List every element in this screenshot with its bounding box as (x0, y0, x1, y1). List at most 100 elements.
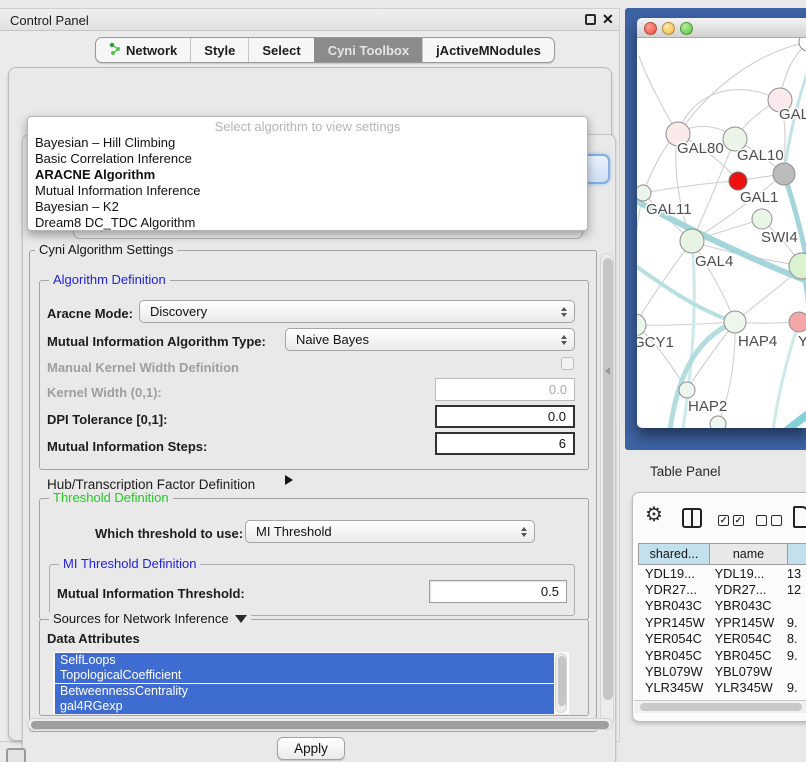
mi-type-combo[interactable]: Naive Bayes (285, 328, 575, 351)
table-row[interactable]: YER054CYER054C8. (638, 631, 806, 647)
deselect-all-checkboxes-icon[interactable] (756, 515, 782, 526)
panel-collapse-handle[interactable] (605, 367, 610, 375)
tab-select[interactable]: Select (248, 38, 313, 62)
tab-network[interactable]: Network (96, 38, 190, 62)
attribute-item-betweennesscentrality[interactable]: BetweennessCentrality (55, 684, 554, 699)
network-node-hap4[interactable] (724, 311, 746, 333)
network-tab-icon (109, 42, 121, 59)
network-window: GALGAL80GAL10GAL1GAL11GAL4SWI4GCY1HAP4YH… (637, 18, 806, 428)
node-label: GAL10 (737, 147, 784, 164)
mi-threshold-field[interactable]: 0.5 (429, 580, 567, 603)
mi-type-label: Mutual Information Algorithm Type: (47, 335, 266, 349)
network-node[interactable] (729, 172, 747, 190)
settings-horizontal-scrollbar[interactable] (27, 718, 613, 730)
node-label: GAL4 (695, 253, 733, 270)
table-cell: YDR27... (708, 582, 783, 597)
manual-kernel-checkbox[interactable] (561, 357, 574, 370)
node-label: GCY1 (637, 334, 674, 351)
table-cell: 9. (783, 648, 806, 663)
document-icon[interactable] (793, 506, 806, 528)
algorithm-option-dream8-dc-tdc-algorithm[interactable]: Dream8 DC_TDC Algorithm (28, 215, 587, 231)
table-row[interactable]: YPR145WYPR145W9. (638, 614, 806, 630)
network-node-y[interactable] (789, 312, 806, 332)
table-cell: 9. (783, 615, 806, 630)
table-cell: YBR043C (708, 598, 783, 613)
attributes-scrollbar[interactable] (555, 653, 567, 713)
algorithm-option-bayesian-hill-climbing[interactable]: Bayesian – Hill Climbing (28, 135, 587, 151)
which-threshold-combo[interactable]: MI Threshold (245, 520, 535, 543)
apply-button[interactable]: Apply (277, 737, 345, 760)
chevron-down-icon[interactable] (235, 615, 247, 623)
algorithm-popup-prompt: Select algorithm to view settings (28, 118, 587, 135)
float-icon[interactable] (585, 14, 596, 25)
network-node-gal11[interactable] (637, 185, 651, 201)
tab-jactivemnodules[interactable]: jActiveMNodules (422, 38, 554, 62)
sources-legend: Sources for Network Inference (49, 612, 251, 626)
node-label: SWI4 (761, 229, 798, 246)
network-node-gal1[interactable] (752, 209, 772, 229)
table-cell: YPR145W (708, 615, 783, 630)
table-cell: YER054C (708, 631, 783, 646)
table-cell: 12 (783, 582, 806, 597)
network-window-titlebar[interactable] (637, 18, 806, 38)
table-cell: YER054C (638, 631, 708, 646)
network-node[interactable] (799, 38, 806, 51)
column-header[interactable] (788, 543, 806, 565)
network-node-hap2[interactable] (679, 382, 695, 398)
aracne-mode-combo[interactable]: Discovery (139, 300, 575, 323)
close-button[interactable] (644, 22, 657, 35)
table-header: shared... name (638, 543, 806, 565)
network-node-gal4[interactable] (680, 229, 704, 253)
network-canvas[interactable]: GALGAL80GAL10GAL1GAL11GAL4SWI4GCY1HAP4YH… (637, 38, 806, 428)
data-attributes-list[interactable]: SelfLoopsTopologicalCoefficientBetweenne… (53, 652, 569, 714)
network-node[interactable] (710, 416, 726, 428)
control-panel-window: Control Panel ✕ NetworkStyleSelectCyni T… (0, 8, 620, 742)
node-label: HAP2 (688, 398, 727, 415)
algorithm-option-bayesian-k2[interactable]: Bayesian – K2 (28, 199, 587, 215)
table-cell: YBL079W (708, 664, 783, 679)
table-row[interactable]: YDL19...YDL19...13 (638, 565, 806, 581)
algorithm-option-aracne-algorithm[interactable]: ARACNE Algorithm (28, 167, 587, 183)
cyni-settings-legend: Cyni Algorithm Settings (35, 243, 177, 257)
attribute-item-selfloops[interactable]: SelfLoops (55, 653, 554, 668)
algorithm-definition-legend: Algorithm Definition (49, 273, 170, 287)
table-row[interactable]: YDR27...YDR27...12 (638, 581, 806, 597)
network-node[interactable] (773, 163, 795, 185)
minimized-panel-icon[interactable] (6, 748, 26, 762)
table-horizontal-scrollbar[interactable] (634, 700, 806, 713)
node-label: HAP4 (738, 333, 777, 350)
mi-steps-label: Mutual Information Steps: (47, 440, 207, 454)
minimize-button[interactable] (662, 22, 675, 35)
table-row[interactable]: YBL079WYBL079W (638, 663, 806, 679)
table-cell: YDL19... (638, 566, 708, 581)
table-cell: YLR345W (708, 680, 783, 695)
combo-arrows-icon (561, 335, 567, 345)
tab-label: jActiveMNodules (436, 43, 541, 58)
node-label: Y (798, 333, 806, 350)
settings-vertical-scrollbar[interactable] (600, 253, 614, 727)
columns-icon[interactable] (682, 508, 702, 528)
table-cell: YPR145W (638, 615, 708, 630)
tab-cyni-toolbox[interactable]: Cyni Toolbox (314, 38, 422, 62)
mi-steps-field[interactable]: 6 (435, 432, 575, 455)
chevron-right-icon[interactable] (285, 475, 293, 485)
node-label: GAL1 (740, 189, 778, 206)
attribute-item-gal4rgexp[interactable]: gal4RGexp (55, 699, 554, 714)
column-header[interactable]: name (710, 543, 788, 565)
tab-style[interactable]: Style (190, 38, 248, 62)
table-row[interactable]: YBR045CYBR045C9. (638, 647, 806, 663)
kernel-width-field[interactable]: 0.0 (435, 378, 575, 401)
select-all-checkboxes-icon[interactable]: ✓✓ (718, 515, 744, 526)
table-row[interactable]: YBR043CYBR043C (638, 598, 806, 614)
tab-label: Network (126, 43, 177, 58)
gear-icon[interactable]: ⚙ (645, 505, 663, 525)
attribute-item-topologicalcoefficient[interactable]: TopologicalCoefficient (55, 668, 554, 683)
close-icon[interactable]: ✕ (602, 11, 614, 28)
zoom-button[interactable] (680, 22, 693, 35)
column-header[interactable]: shared... (638, 543, 710, 565)
dpi-tolerance-field[interactable]: 0.0 (435, 405, 575, 428)
table-row[interactable]: YLR345WYLR345W9. (638, 680, 806, 696)
algorithm-option-mutual-information-inference[interactable]: Mutual Information Inference (28, 183, 587, 199)
table-body[interactable]: YDL19...YDL19...13YDR27...YDR27...12YBR0… (638, 565, 806, 715)
algorithm-option-basic-correlation-inference[interactable]: Basic Correlation Inference (28, 151, 587, 167)
